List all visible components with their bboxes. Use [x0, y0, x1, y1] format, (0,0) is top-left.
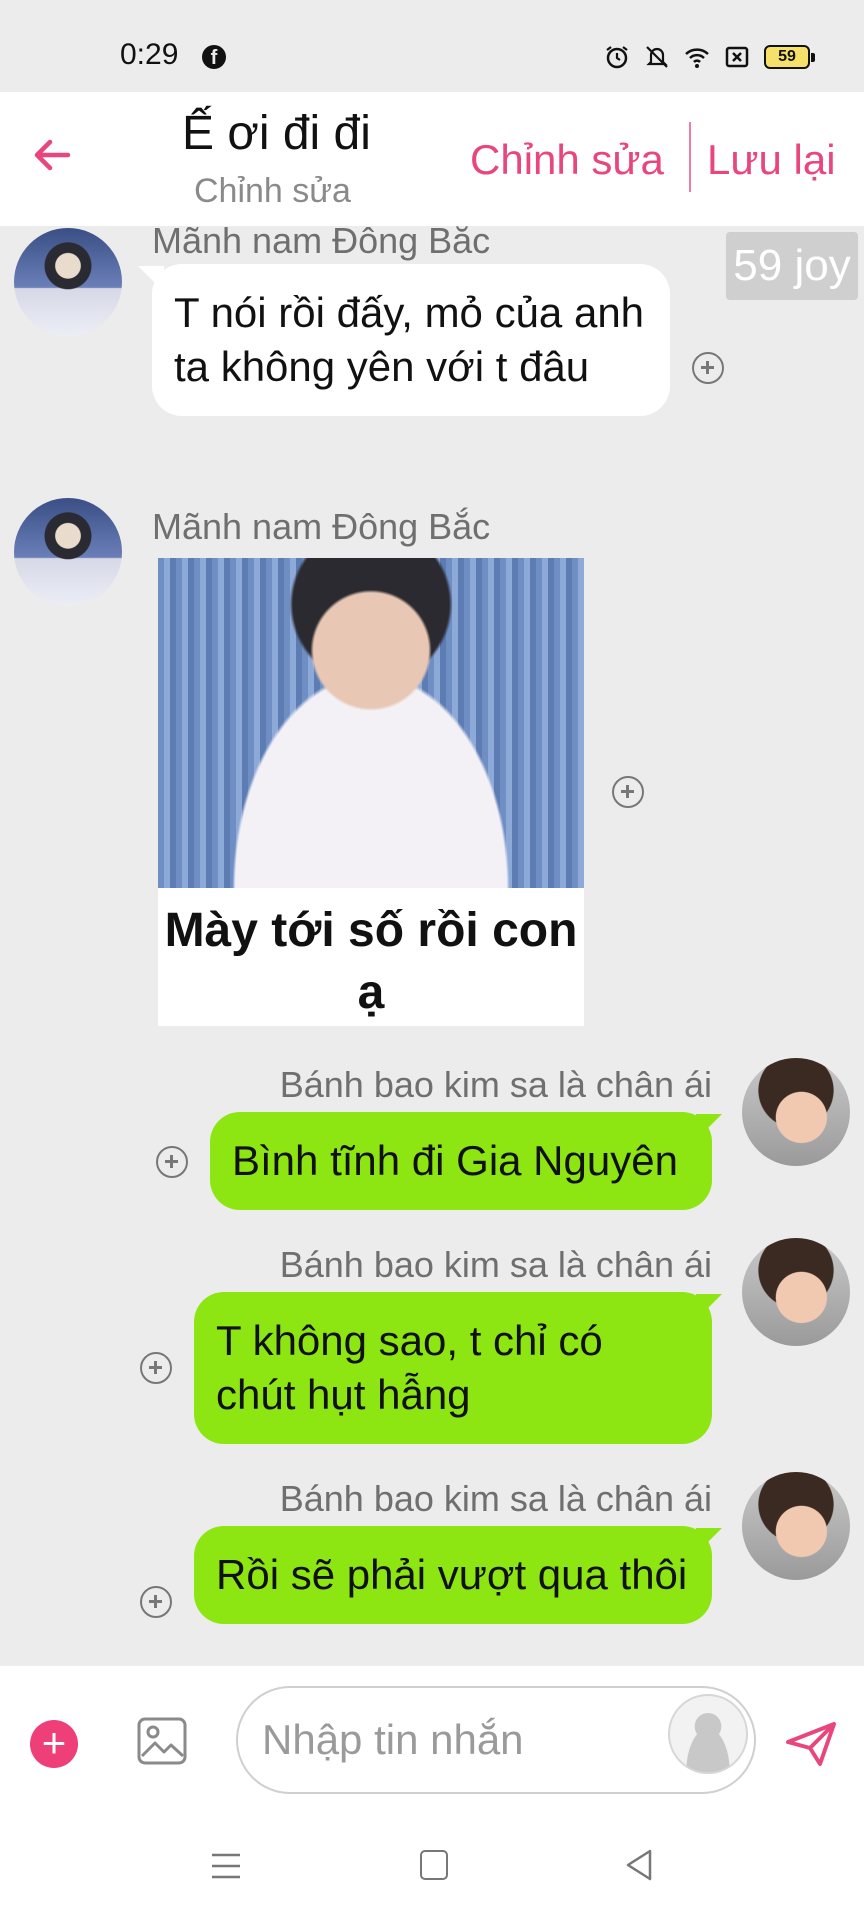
- avatar[interactable]: [14, 498, 122, 606]
- message-sender: Mãnh nam Đông Bắc: [152, 226, 491, 261]
- chat-subtitle: Chỉnh sửa: [194, 172, 351, 210]
- image-message[interactable]: Mày tới số rồi con ạ: [158, 558, 584, 1026]
- header-divider: [689, 122, 691, 192]
- alarm-icon: [606, 46, 628, 69]
- add-reaction-icon[interactable]: [140, 1352, 172, 1384]
- meme-photo: [158, 558, 584, 888]
- message-bubble[interactable]: Rồi sẽ phải vượt qua thôi: [194, 1526, 712, 1624]
- status-time: 0:29: [120, 38, 179, 71]
- system-nav-bar: [0, 1812, 864, 1920]
- send-icon[interactable]: [784, 1720, 838, 1768]
- sticker-avatar-icon[interactable]: [668, 1694, 748, 1774]
- avatar[interactable]: [742, 1472, 850, 1580]
- status-icons: 59: [604, 42, 815, 72]
- chat-title: Ế ơi đi đi: [182, 107, 371, 160]
- message-bubble[interactable]: Bình tĩnh đi Gia Nguyên: [210, 1112, 712, 1210]
- message-input-bar: +: [0, 1666, 864, 1812]
- add-reaction-icon[interactable]: [140, 1586, 172, 1618]
- message-bubble[interactable]: T nói rồi đấy, mỏ của anh ta không yên v…: [152, 264, 670, 416]
- add-attachment-button[interactable]: +: [30, 1720, 78, 1768]
- add-reaction-icon[interactable]: [692, 352, 724, 384]
- chat-messages[interactable]: 59 joy Mãnh nam Đông Bắc T nói rồi đấy, …: [0, 226, 864, 1666]
- add-reaction-icon[interactable]: [156, 1146, 188, 1178]
- nav-back-icon[interactable]: [624, 1848, 654, 1882]
- status-bar: 0:29 f 59: [0, 0, 864, 92]
- avatar[interactable]: [742, 1058, 850, 1166]
- recent-apps-icon[interactable]: [210, 1852, 242, 1880]
- message-bubble[interactable]: T không sao, t chỉ có chút hụt hẫng: [194, 1292, 712, 1444]
- message-sender: Bánh bao kim sa là chân ái: [279, 1478, 712, 1519]
- chat-header: Ế ơi đi đi Chỉnh sửa Chỉnh sửa Lưu lại: [0, 92, 864, 226]
- facebook-notification-icon: f: [202, 45, 226, 69]
- no-sim-icon: [725, 46, 749, 68]
- message-sender: Bánh bao kim sa là chân ái: [279, 1244, 712, 1285]
- back-arrow-icon[interactable]: [28, 130, 78, 180]
- message-sender: Bánh bao kim sa là chân ái: [279, 1064, 712, 1105]
- save-button[interactable]: Lưu lại: [707, 136, 836, 184]
- battery-icon: 59: [764, 45, 815, 69]
- image-caption: Mày tới số rồi con ạ: [158, 888, 584, 1026]
- edit-button[interactable]: Chỉnh sửa: [470, 136, 664, 184]
- add-reaction-icon[interactable]: [612, 776, 644, 808]
- avatar[interactable]: [742, 1238, 850, 1346]
- mute-bell-icon: [646, 46, 668, 68]
- avatar[interactable]: [14, 228, 122, 336]
- message-sender: Mãnh nam Đông Bắc: [152, 506, 491, 547]
- image-picker-icon[interactable]: [136, 1716, 188, 1766]
- wifi-icon: [685, 48, 709, 68]
- home-icon[interactable]: [420, 1850, 448, 1880]
- joy-badge: 59 joy: [726, 232, 858, 300]
